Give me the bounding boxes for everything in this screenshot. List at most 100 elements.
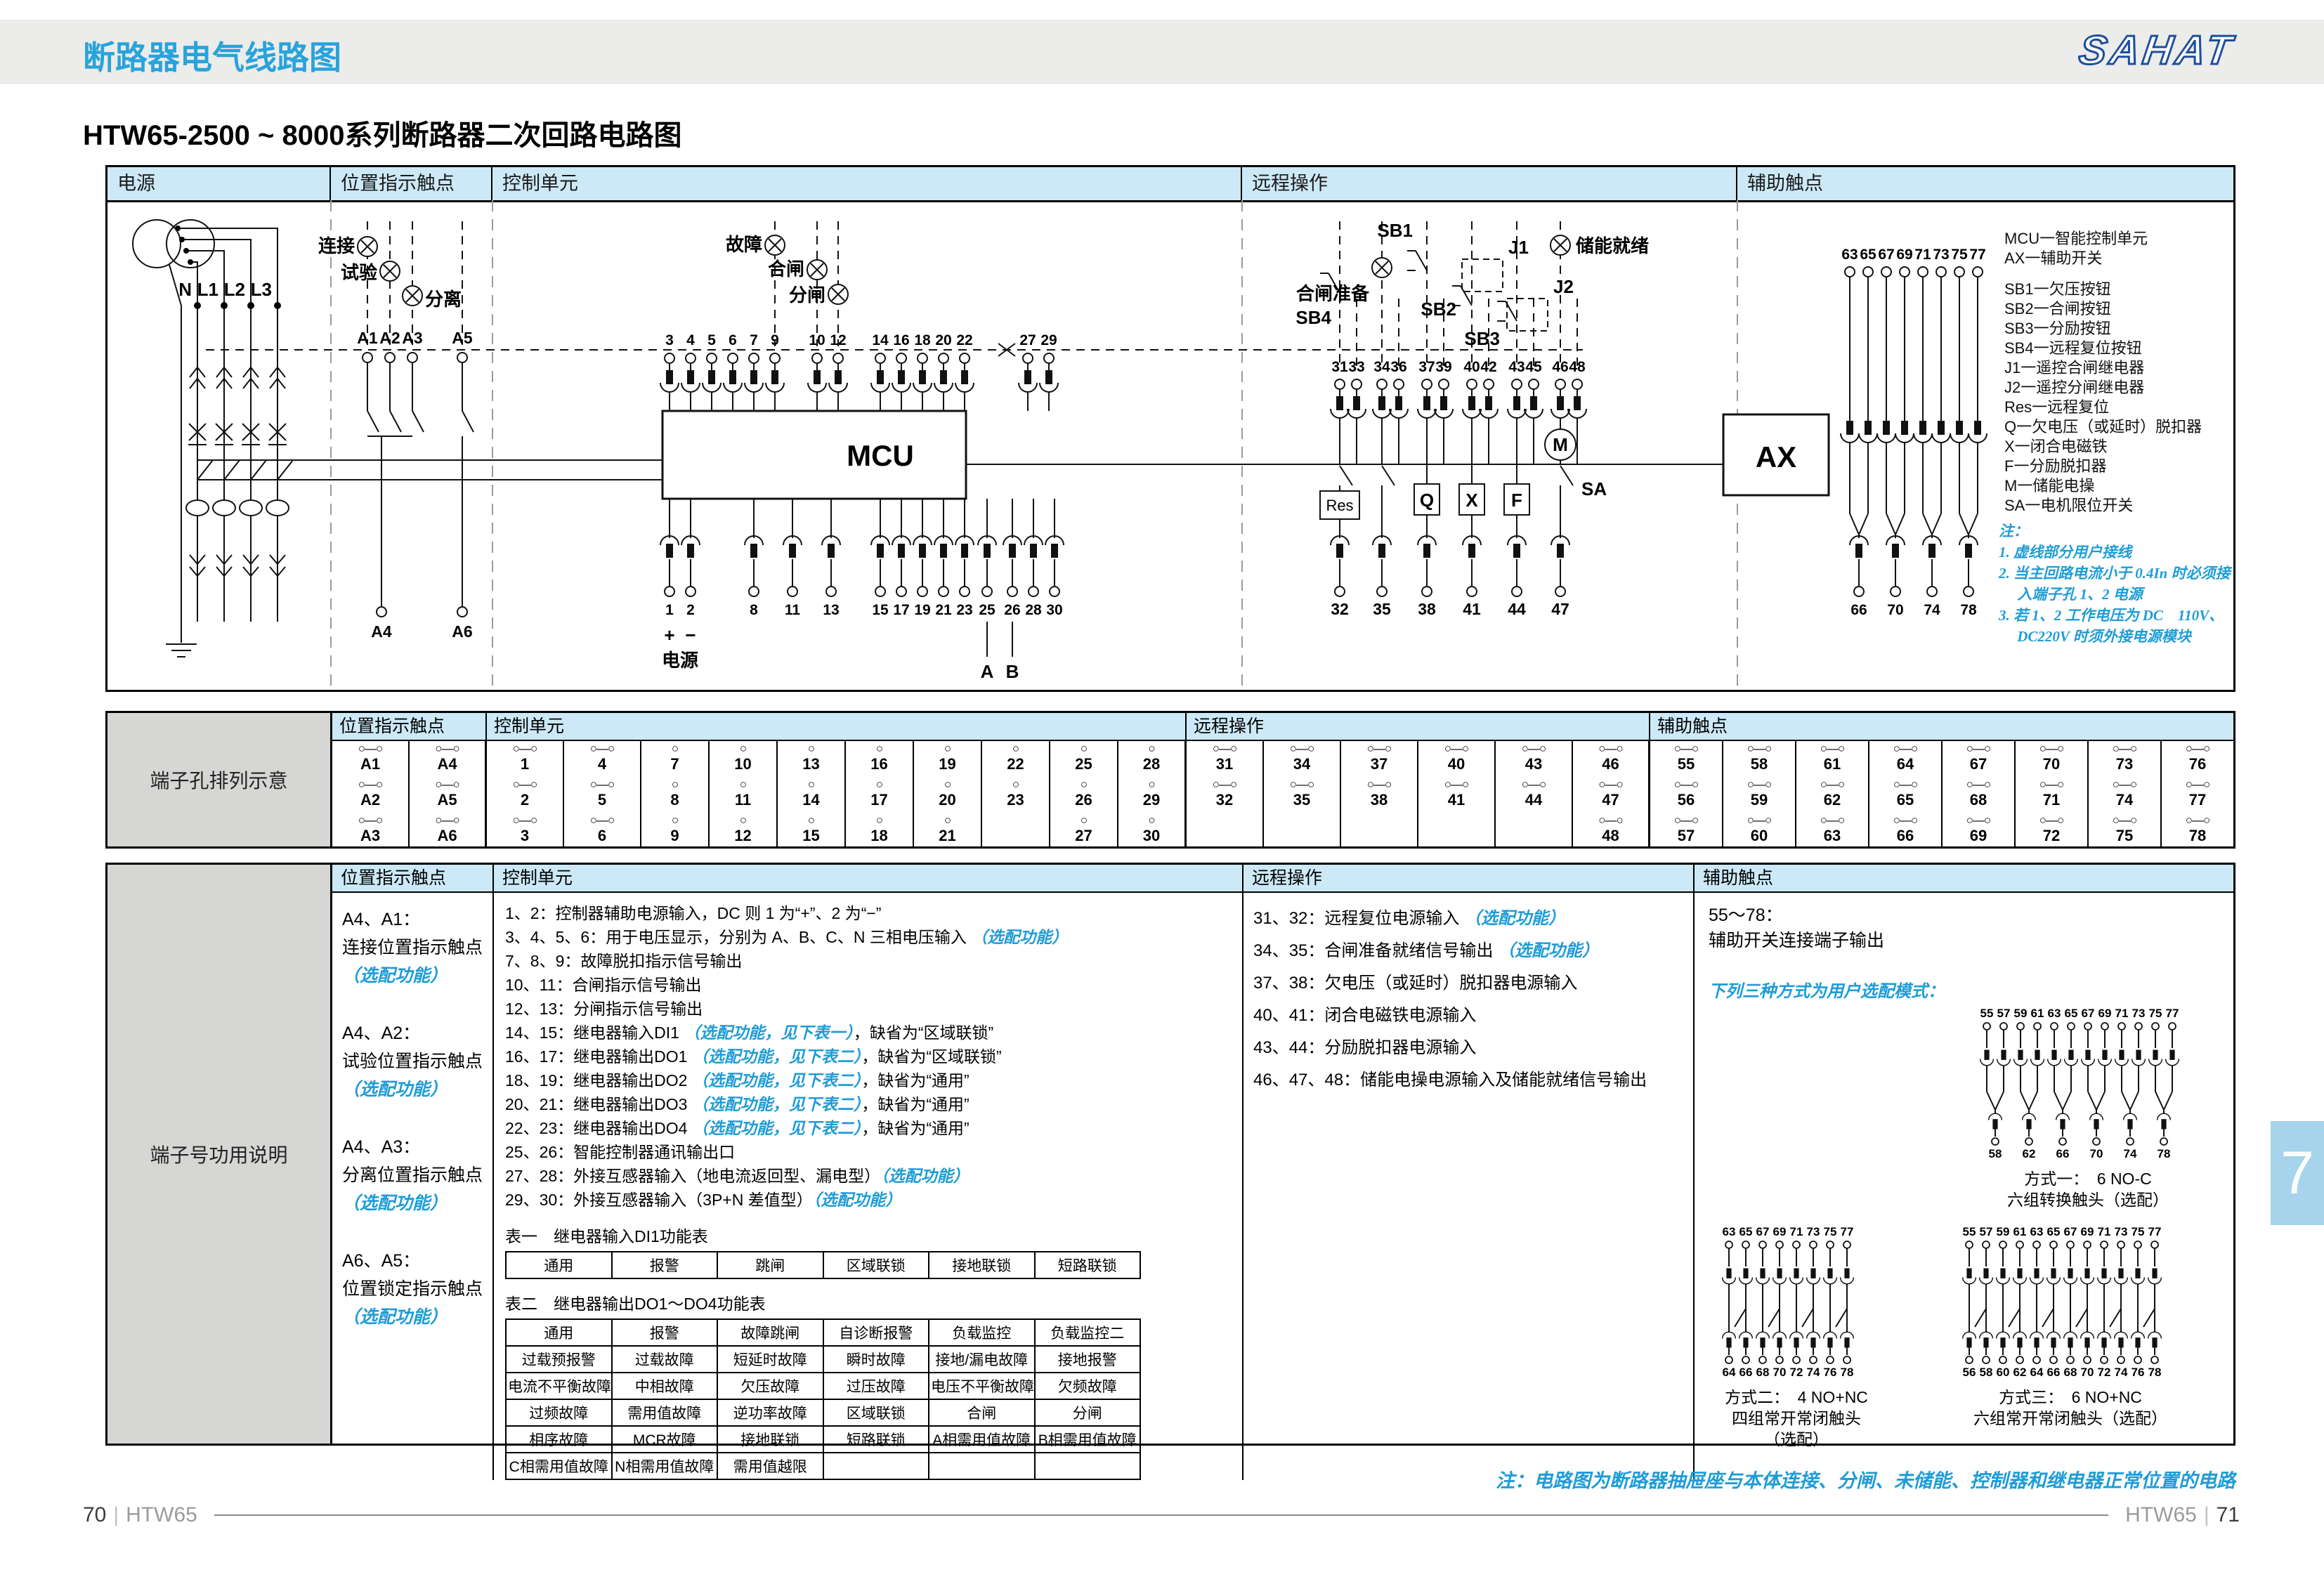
pair-contact-icon: ○—○ — [487, 814, 563, 827]
aux-desc: 辅助开关连接端子输出 — [1709, 928, 2233, 953]
di1-cell: 跳闸 — [717, 1252, 823, 1278]
single-contact-icon: ○ — [914, 814, 981, 827]
optional-tag: （选配功能） — [971, 928, 1068, 946]
terminal-cell: ○—○77 — [2162, 777, 2233, 813]
svg-text:70: 70 — [1887, 602, 1903, 618]
terminal-number: 9 — [641, 827, 708, 845]
pair-contact-icon: ○—○ — [1573, 742, 1648, 755]
di1-cell: 报警 — [612, 1252, 718, 1278]
svg-text:33: 33 — [1348, 359, 1364, 375]
svg-text:32: 32 — [1331, 600, 1349, 618]
pair-contact-icon: ○—○ — [564, 778, 640, 791]
svg-text:48: 48 — [1569, 359, 1586, 375]
pair-contact-icon: ○—○ — [410, 742, 485, 755]
item-text: 27、28：外接互感器输入（地电流返回型、漏电型） — [505, 1167, 880, 1185]
terminal-cell: ○—○A1 — [332, 741, 408, 777]
single-contact-icon: ○ — [710, 742, 776, 755]
svg-text:SB3一分励按钮: SB3一分励按钮 — [2004, 320, 2111, 337]
terminal-number: 28 — [1118, 755, 1184, 773]
do-cell: 电压不平衡故障 — [929, 1373, 1035, 1399]
svg-text:A2: A2 — [379, 329, 400, 347]
col-header-power: 电源 — [107, 167, 331, 200]
footer-divider-2: | — [2197, 1503, 2217, 1527]
terminal-cell: ○—○37 — [1341, 741, 1417, 777]
do-cell: 欠压故障 — [717, 1373, 823, 1399]
pair-contact-icon: ○—○ — [564, 742, 640, 755]
svg-text:58: 58 — [1989, 1147, 2002, 1160]
svg-text:25: 25 — [979, 602, 995, 618]
single-contact-icon: ○ — [1118, 742, 1184, 755]
svg-text:DC220V 时须外接电源模块: DC220V 时须外接电源模块 — [1999, 628, 2193, 645]
terminal-number: 18 — [846, 827, 913, 845]
optional-tag: （选配功能） — [342, 1075, 492, 1104]
svg-text:X一闭合电磁铁: X一闭合电磁铁 — [2004, 438, 2108, 455]
svg-text:46: 46 — [1552, 359, 1568, 375]
control-function-item: 27、28：外接互感器输入（地电流返回型、漏电型）（选配功能） — [505, 1164, 1242, 1188]
schematic-column-headers: 电源 位置指示触点 控制单元 远程操作 辅助触点 — [107, 167, 2233, 202]
terminal-number: 44 — [1496, 791, 1572, 809]
terminal-cell: ○—○75 — [2089, 813, 2160, 849]
svg-text:78: 78 — [1960, 602, 1977, 618]
svg-text:74: 74 — [2124, 1147, 2137, 1160]
optional-tag: （选配功能） — [342, 962, 492, 990]
terminal-number: 20 — [914, 791, 981, 809]
terminal-cell: ○—○72 — [2016, 813, 2087, 849]
svg-text:20: 20 — [935, 332, 951, 348]
svg-text:69: 69 — [1773, 1226, 1787, 1238]
item-text-post: ，缺省为“通用” — [861, 1071, 969, 1089]
optional-tag: （选配功能） — [1464, 909, 1565, 928]
svg-text:17: 17 — [893, 602, 909, 618]
terminal-column: ○—○1○—○2○—○3 — [487, 741, 564, 849]
aux-mode3-diagram: 5557596163656769717375775658606264666870… — [1959, 1226, 2182, 1450]
svg-text:Res一远程复位: Res一远程复位 — [2004, 398, 2109, 416]
svg-text:3: 3 — [665, 332, 674, 348]
svg-text:61: 61 — [2013, 1226, 2027, 1238]
footer-right-page: 71 — [2217, 1503, 2240, 1527]
terminal-number: 31 — [1187, 755, 1262, 773]
do-table-title: 表二 继电器输出DO1～DO4功能表 — [505, 1290, 1242, 1314]
terminal-column: ○13○14○15 — [778, 741, 846, 849]
svg-text:43: 43 — [1508, 359, 1525, 375]
do-cell: 合闸 — [929, 1399, 1035, 1426]
svg-text:55: 55 — [1963, 1226, 1976, 1238]
terminal-cell: ○—○74 — [2089, 777, 2160, 813]
col-header-remote: 远程操作 — [1242, 167, 1737, 200]
terminal-number: 15 — [778, 827, 844, 845]
single-contact-icon: ○ — [641, 778, 708, 791]
function-table-headers: 位置指示触点 控制单元 远程操作 辅助触点 — [332, 865, 2233, 893]
terminal-cell: ○—○56 — [1650, 777, 1722, 813]
svg-text:65: 65 — [1739, 1226, 1753, 1238]
position-function-item: A6、A5：位置锁定指示触点（选配功能） — [342, 1247, 492, 1331]
svg-text:63: 63 — [2048, 1007, 2061, 1020]
ax-box-label: AX — [1756, 440, 1796, 473]
mode-caption: 方式一： 6 NO-C — [1976, 1168, 2200, 1189]
terminal-number: 12 — [710, 827, 776, 845]
tt-header-remote: 远程操作 — [1187, 713, 1650, 740]
svg-text:66: 66 — [1739, 1366, 1753, 1379]
sb1-label: SB1 — [1377, 220, 1413, 241]
svg-text:74: 74 — [1924, 602, 1940, 618]
position-function-item: A4、A2：试验位置指示触点（选配功能） — [342, 1019, 492, 1104]
svg-text:78: 78 — [2148, 1366, 2162, 1379]
item-text: 3、4、5、6：用于电压显示，分别为 A、B、C、N 三相电压输入 — [505, 928, 971, 946]
control-function-item: 29、30：外接互感器输入（3P+N 差值型）（选配功能） — [505, 1188, 1242, 1212]
terminal-table-section-headers: 位置指示触点 控制单元 远程操作 辅助触点 — [332, 713, 2233, 741]
di1-cell: 通用 — [506, 1252, 612, 1278]
optional-tag: （选配功能） — [813, 1191, 902, 1209]
terminal-cell: ○15 — [778, 813, 844, 849]
item-text: 12、13：分闸指示信号输出 — [505, 1000, 703, 1018]
sa-label: SA — [1581, 478, 1607, 499]
terminal-cell: ○19 — [914, 741, 981, 777]
terminal-number: 6 — [564, 827, 640, 845]
terminal-cell: ○—○65 — [1869, 777, 1941, 813]
svg-text:65: 65 — [1860, 247, 1876, 263]
terminal-number: 62 — [1796, 791, 1868, 809]
terminal-cell: ○—○A6 — [410, 813, 485, 849]
optional-tag: （选配功能，见下表二） — [692, 1047, 862, 1066]
terminal-column: ○—○31○—○32 — [1187, 741, 1264, 849]
single-contact-icon: ○ — [1050, 814, 1117, 827]
svg-text:68: 68 — [2064, 1366, 2077, 1379]
svg-text:67: 67 — [2064, 1226, 2077, 1238]
terminal-number: 4 — [564, 755, 640, 773]
pair-contact-icon: ○—○ — [410, 778, 485, 791]
